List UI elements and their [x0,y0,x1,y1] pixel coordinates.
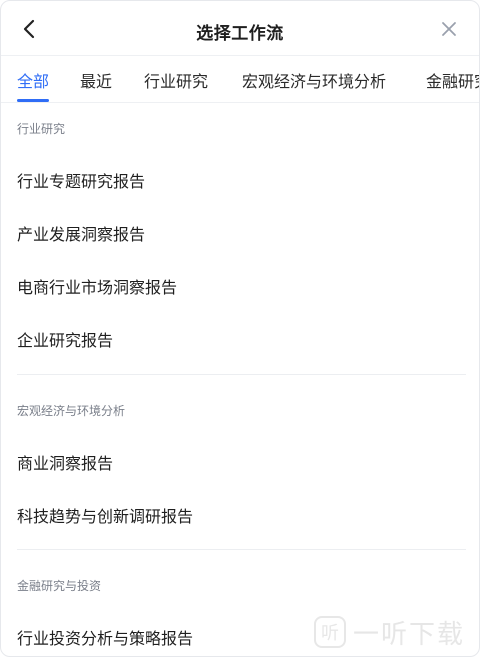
watermark-text: 一听下载 [353,619,466,650]
watermark-logo-icon: 听 [314,616,346,648]
workflow-item[interactable]: 产业发展洞察报告 [17,221,145,245]
tab-all[interactable]: 全部 [17,68,49,92]
category-tabs: 全部 最近 行业研究 宏观经济与环境分析 金融研究 [1,56,479,103]
workflow-item[interactable]: 商业洞察报告 [17,450,113,474]
section-divider [17,374,466,375]
section-divider [17,549,466,550]
workflow-item[interactable]: 行业专题研究报告 [17,168,145,192]
section-title-finance: 金融研究与投资 [17,579,102,593]
section-title-macro: 宏观经济与环境分析 [17,404,126,418]
tab-industry-research[interactable]: 行业研究 [144,68,208,92]
section-title-industry: 行业研究 [17,122,66,136]
dialog-header: 选择工作流 [1,1,479,56]
tab-recent[interactable]: 最近 [80,68,112,92]
tab-macro-economy[interactable]: 宏观经济与环境分析 [242,68,386,92]
close-button[interactable] [435,15,463,43]
watermark: 听 一听下载 [313,612,473,652]
workflow-item[interactable]: 电商行业市场洞察报告 [17,274,177,298]
active-tab-indicator [17,99,49,102]
tab-finance-research[interactable]: 金融研究 [426,68,479,92]
workflow-item[interactable]: 企业研究报告 [17,327,113,351]
workflow-item[interactable]: 科技趋势与创新调研报告 [17,503,193,527]
dialog-title: 选择工作流 [196,24,284,44]
workflow-item[interactable]: 行业投资分析与策略报告 [17,625,193,649]
workflow-picker-dialog: 选择工作流 全部 最近 行业研究 宏观经济与环境分析 金融研究 行业研究 行业专… [0,0,480,657]
close-icon [442,22,456,36]
svg-text:听: 听 [321,623,339,644]
